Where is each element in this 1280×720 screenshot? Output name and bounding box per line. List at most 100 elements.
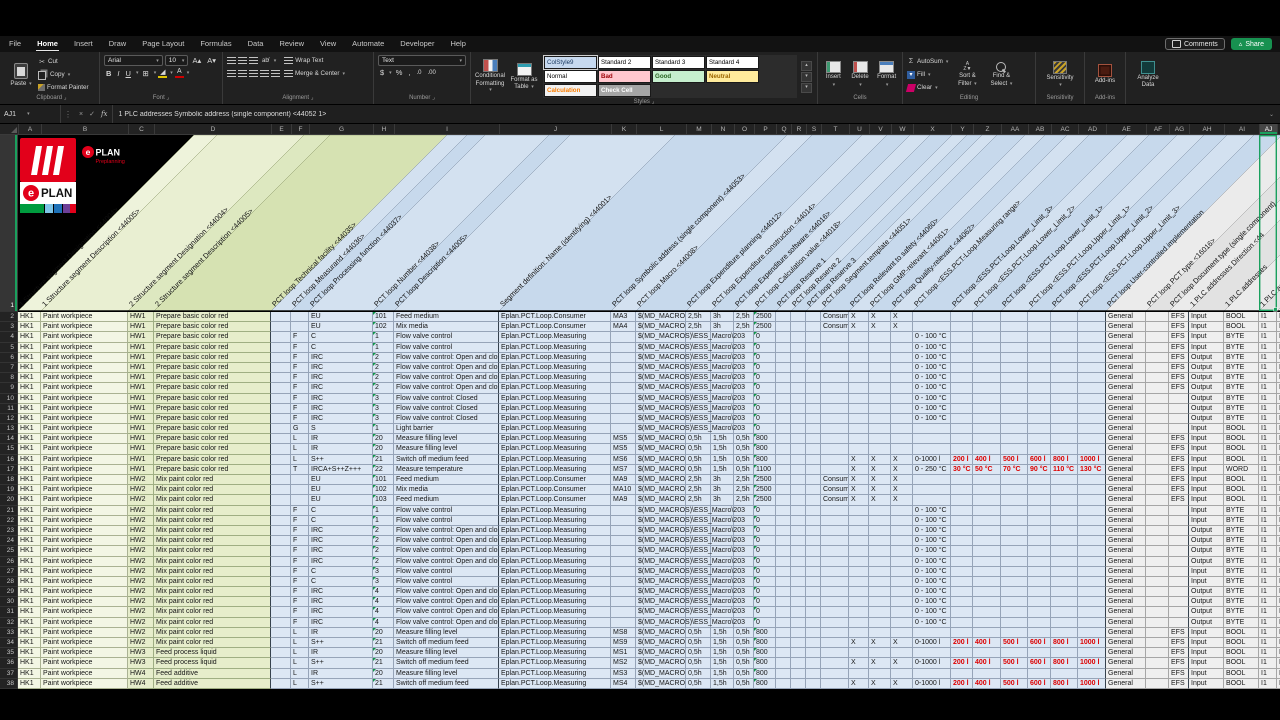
cell-F11[interactable]: F xyxy=(291,404,309,414)
cell-AH21[interactable]: Input xyxy=(1189,506,1224,516)
row-number-29[interactable]: 29 xyxy=(0,587,18,597)
cell-Z35[interactable] xyxy=(973,648,1001,658)
cell-J21[interactable]: Eplan.PCT.Loop.Measuring xyxy=(499,506,611,516)
cell-A12[interactable]: HK1 xyxy=(18,414,41,424)
cell-C4[interactable]: HW1 xyxy=(128,332,154,342)
cell-AI5[interactable]: BYTE xyxy=(1224,343,1259,353)
cell-D14[interactable]: Prepare basic color red xyxy=(154,434,271,444)
row-number-15[interactable]: 15 xyxy=(0,444,18,454)
cell-AD27[interactable] xyxy=(1078,567,1106,577)
font-size-select[interactable]: 10▾ xyxy=(165,55,189,66)
menu-tab-developer[interactable]: Developer xyxy=(399,37,435,51)
cell-Z36[interactable]: 400 l xyxy=(973,658,1001,668)
cell-X32[interactable]: 0 - 100 °C xyxy=(913,618,951,628)
delete-cells-button[interactable]: Delete▾ xyxy=(849,61,872,88)
cell-R36[interactable] xyxy=(791,658,806,668)
cell-F36[interactable]: L xyxy=(291,658,309,668)
cell-D4[interactable]: Prepare basic color red xyxy=(154,332,271,342)
cell-L8[interactable]: $(MD_MACROS)\ESS_Macro\203 xyxy=(636,373,686,383)
cell-L32[interactable]: $(MD_MACROS)\ESS_Macro\203 xyxy=(636,618,686,628)
cell-B25[interactable]: Paint workpiece xyxy=(41,546,128,556)
cell-I23[interactable]: Flow valve control: Open and close xyxy=(394,526,499,536)
cell-H37[interactable]: 20 xyxy=(373,669,394,679)
cell-Z2[interactable] xyxy=(973,312,1001,322)
cell-AG16[interactable]: EFS xyxy=(1169,455,1189,465)
cell-AE18[interactable]: General xyxy=(1106,475,1146,485)
cell-K30[interactable] xyxy=(611,597,636,607)
cell-U16[interactable]: X xyxy=(849,455,869,465)
cell-AD15[interactable] xyxy=(1078,444,1106,454)
cell-AG25[interactable] xyxy=(1169,546,1189,556)
conditional-formatting-button[interactable]: ConditionalFormatting ▾ xyxy=(475,59,505,94)
select-all-corner[interactable] xyxy=(0,124,19,135)
cell-AC35[interactable] xyxy=(1051,648,1078,658)
cell-S30[interactable] xyxy=(806,597,821,607)
cell-D6[interactable]: Prepare basic color red xyxy=(154,353,271,363)
cell-N3[interactable]: 3h xyxy=(711,322,734,332)
row-number-22[interactable]: 22 xyxy=(0,516,18,526)
cell-L24[interactable]: $(MD_MACROS)\ESS_Macro\203 xyxy=(636,536,686,546)
cell-AI22[interactable]: BYTE xyxy=(1224,516,1259,526)
cell-H19[interactable]: 102 xyxy=(373,485,394,495)
cell-F26[interactable]: F xyxy=(291,557,309,567)
cell-AF31[interactable] xyxy=(1146,607,1169,617)
cell-V12[interactable] xyxy=(869,414,891,424)
cell-AJ13[interactable]: I1 xyxy=(1259,424,1277,434)
cell-E5[interactable] xyxy=(271,343,291,353)
column-letter-D[interactable]: D xyxy=(155,124,272,135)
cell-P6[interactable]: 0 xyxy=(754,353,776,363)
fill-button[interactable]: ▾Fill▾ xyxy=(907,69,948,80)
column-letter-G[interactable]: G xyxy=(310,124,374,135)
cell-Y8[interactable] xyxy=(951,373,973,383)
cell-AA34[interactable]: 500 l xyxy=(1001,638,1028,648)
cell-Y18[interactable] xyxy=(951,475,973,485)
cell-AB11[interactable] xyxy=(1028,404,1051,414)
cell-M17[interactable]: 0,5h xyxy=(686,465,711,475)
cell-J24[interactable]: Eplan.PCT.Loop.Measuring xyxy=(499,536,611,546)
cell-Y20[interactable] xyxy=(951,495,973,505)
cell-Q31[interactable] xyxy=(776,607,791,617)
cell-AG11[interactable] xyxy=(1169,404,1189,414)
cell-C33[interactable]: HW2 xyxy=(128,628,154,638)
cell-AI2[interactable]: BOOL xyxy=(1224,312,1259,322)
cell-U33[interactable] xyxy=(849,628,869,638)
cell-F24[interactable]: F xyxy=(291,536,309,546)
cell-I11[interactable]: Flow valve control: Closed xyxy=(394,404,499,414)
cell-V31[interactable] xyxy=(869,607,891,617)
cell-R37[interactable] xyxy=(791,669,806,679)
cell-AB16[interactable]: 600 l xyxy=(1028,455,1051,465)
row-number-21[interactable]: 21 xyxy=(0,506,18,516)
cell-AE24[interactable]: General xyxy=(1106,536,1146,546)
cell-E29[interactable] xyxy=(271,587,291,597)
cell-E24[interactable] xyxy=(271,536,291,546)
cell-P14[interactable]: 800 xyxy=(754,434,776,444)
cell-P24[interactable]: 0 xyxy=(754,536,776,546)
cell-B15[interactable]: Paint workpiece xyxy=(41,444,128,454)
cell-AI34[interactable]: BOOL xyxy=(1224,638,1259,648)
cell-X19[interactable] xyxy=(913,485,951,495)
cell-B30[interactable]: Paint workpiece xyxy=(41,597,128,607)
cell-AH28[interactable]: Input xyxy=(1189,577,1224,587)
cell-K24[interactable] xyxy=(611,536,636,546)
cell-AG30[interactable] xyxy=(1169,597,1189,607)
cell-AG29[interactable] xyxy=(1169,587,1189,597)
cell-AC11[interactable] xyxy=(1051,404,1078,414)
cell-AB17[interactable]: 90 °C xyxy=(1028,465,1051,475)
cell-L30[interactable]: $(MD_MACROS)\ESS_Macro\203 xyxy=(636,597,686,607)
cell-D28[interactable]: Mix paint color red xyxy=(154,577,271,587)
cell-AD22[interactable] xyxy=(1078,516,1106,526)
cell-U37[interactable] xyxy=(849,669,869,679)
cell-F6[interactable]: F xyxy=(291,353,309,363)
cell-D29[interactable]: Mix paint color red xyxy=(154,587,271,597)
cell-AA13[interactable] xyxy=(1001,424,1028,434)
cell-AD34[interactable]: 1000 l xyxy=(1078,638,1106,648)
cell-T37[interactable] xyxy=(821,669,849,679)
cell-R18[interactable] xyxy=(791,475,806,485)
cell-AD8[interactable] xyxy=(1078,373,1106,383)
cell-F31[interactable]: F xyxy=(291,607,309,617)
cell-S12[interactable] xyxy=(806,414,821,424)
cell-G33[interactable]: IR xyxy=(309,628,373,638)
cell-C30[interactable]: HW2 xyxy=(128,597,154,607)
cell-O36[interactable]: 0,5h xyxy=(734,658,754,668)
cell-H14[interactable]: 20 xyxy=(373,434,394,444)
